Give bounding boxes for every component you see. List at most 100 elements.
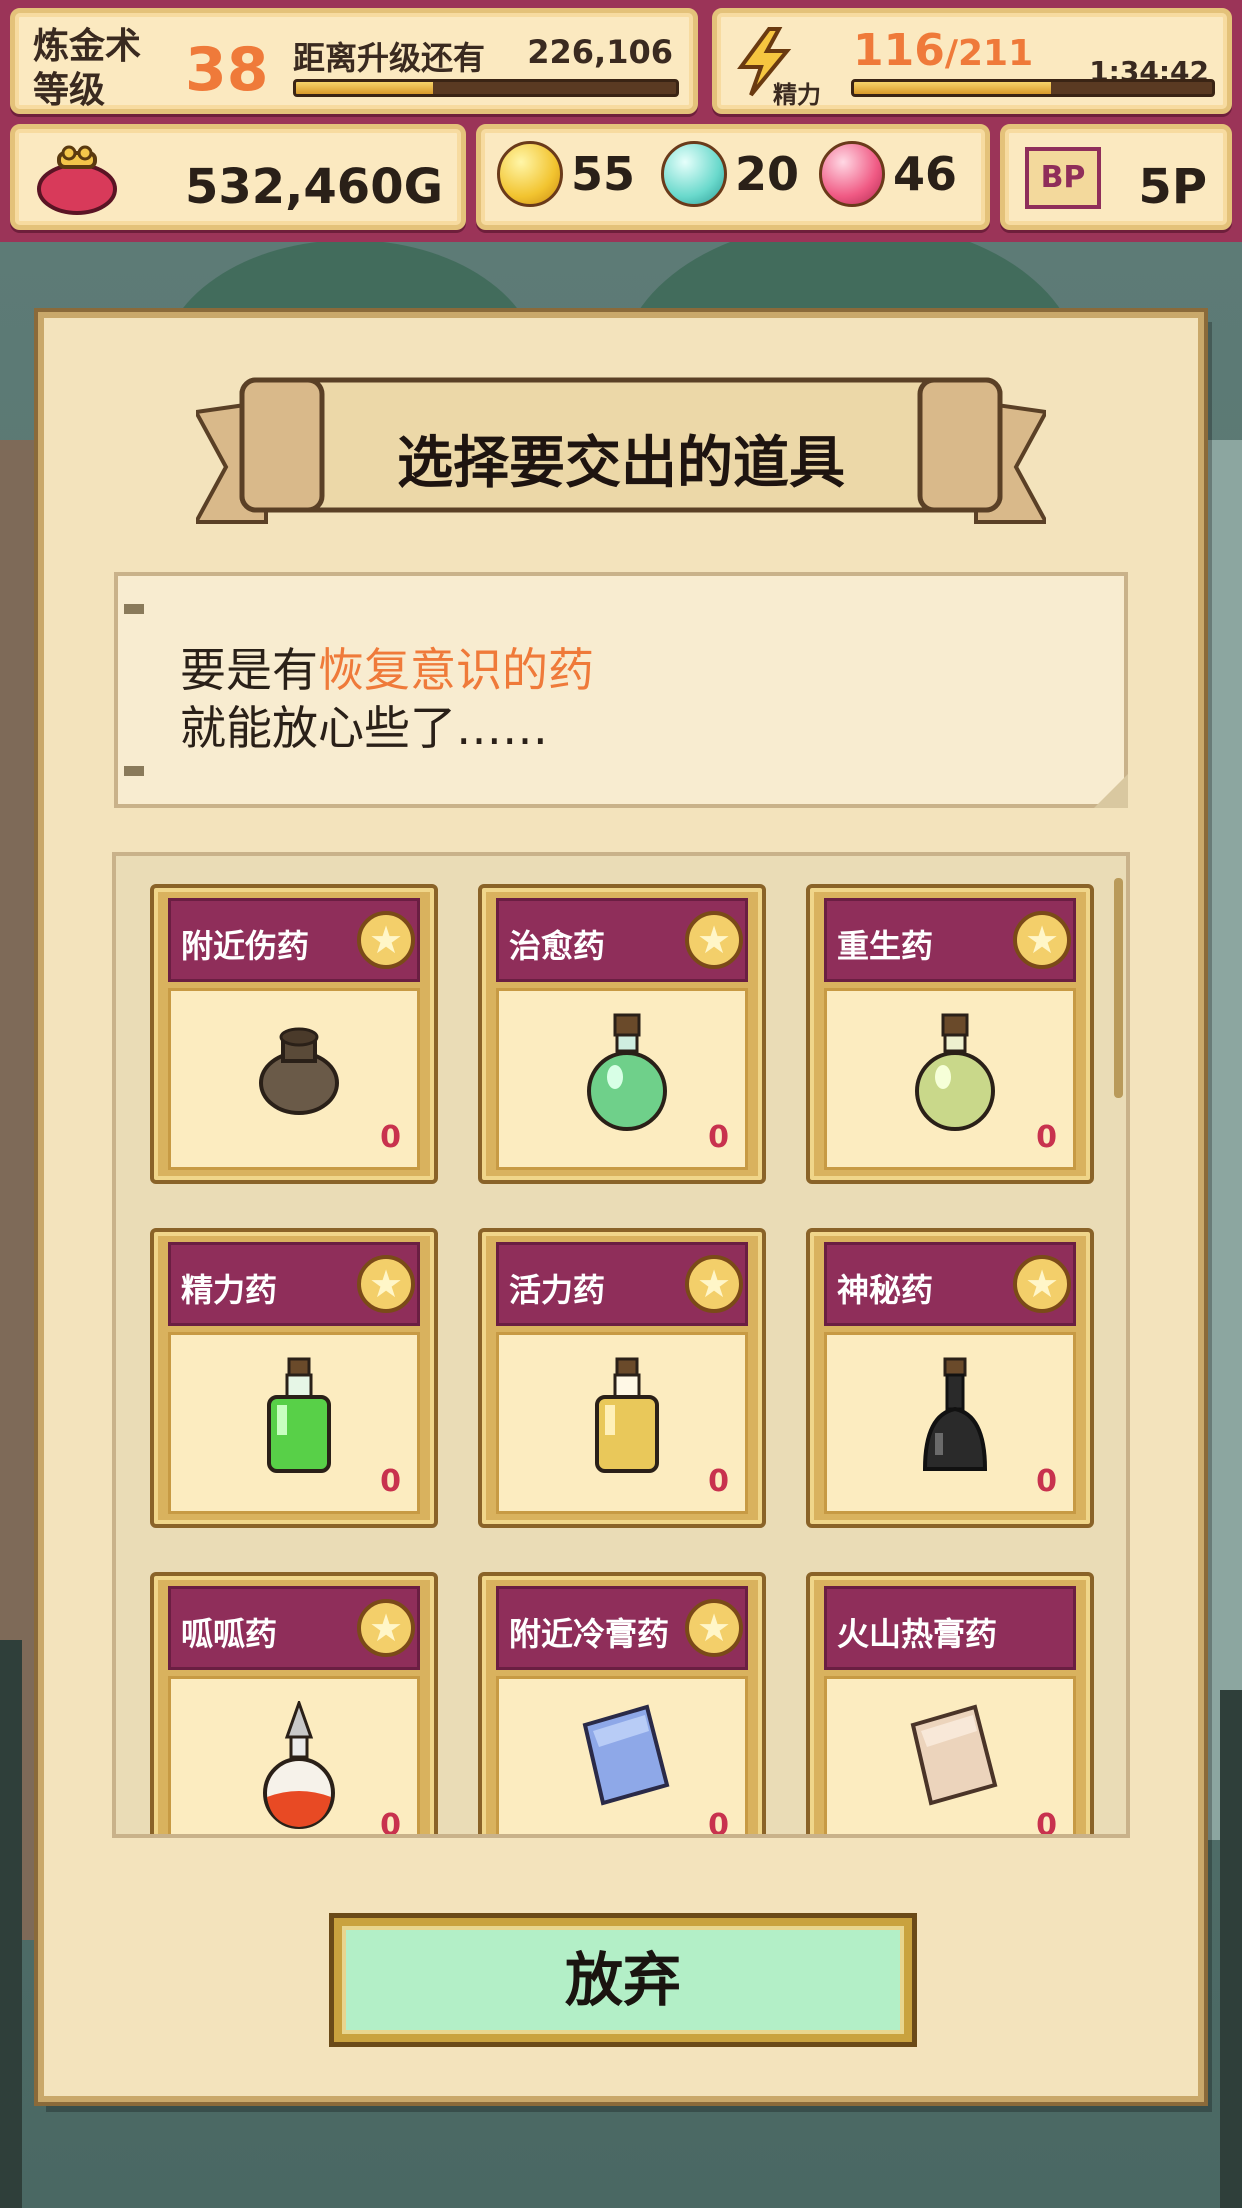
energy-progress-bar — [851, 79, 1215, 97]
item-name: 神秘药 — [837, 1271, 934, 1309]
item-card[interactable]: 呱呱药 ★ 0 — [150, 1572, 438, 1838]
green-round-potion-icon — [587, 1013, 667, 1131]
give-up-button[interactable]: 放弃 — [334, 1918, 912, 2042]
level-progress-bar — [293, 79, 679, 97]
item-name: 附近冷膏药 — [509, 1615, 670, 1653]
item-count: 0 — [708, 1808, 729, 1838]
yellow-orb-count: 55 — [571, 147, 636, 201]
bp-icon: BP — [1025, 147, 1101, 209]
item-count: 0 — [380, 1120, 401, 1155]
item-card-body: 0 — [824, 1332, 1076, 1514]
next-level-remaining: 226,106 — [527, 33, 673, 71]
alchemy-level-panel[interactable]: 炼金术等级 38 距离升级还有 226,106 — [10, 8, 698, 114]
item-card-body: 0 — [496, 1332, 748, 1514]
star-icon: ★ — [685, 1599, 743, 1657]
item-card[interactable]: 神秘药 ★ 0 — [806, 1228, 1094, 1528]
orb-yellow: 55 — [497, 141, 635, 207]
item-card-body: 0 — [168, 1332, 420, 1514]
item-card-body: 0 — [824, 988, 1076, 1170]
coin-purse-icon — [37, 145, 117, 215]
energy-value: 116/211 — [853, 25, 1033, 76]
item-count: 0 — [708, 1464, 729, 1499]
pin-icon — [124, 766, 144, 776]
orb-pink: 46 — [819, 141, 957, 207]
item-card-header: 治愈药 ★ — [496, 898, 748, 982]
item-card-header: 重生药 ★ — [824, 898, 1076, 982]
item-card[interactable]: 重生药 ★ 0 — [806, 884, 1094, 1184]
item-count: 0 — [1036, 1464, 1057, 1499]
requested-item-highlight: 恢复意识的药 — [318, 643, 594, 697]
item-count: 0 — [380, 1808, 401, 1838]
item-card-header: 附近冷膏药 ★ — [496, 1586, 748, 1670]
blue-plaster-icon — [582, 1704, 670, 1806]
beige-plaster-icon — [910, 1704, 998, 1806]
energy-label: 精力 — [773, 81, 821, 109]
gold-amount: 532,460G — [184, 159, 443, 215]
item-card-body: 0 — [496, 988, 748, 1170]
item-card-body: 0 — [496, 1676, 748, 1838]
red-drop-flask-icon — [263, 1701, 335, 1829]
item-card[interactable]: 附近伤药 ★ 0 — [150, 884, 438, 1184]
orb-cyan: 20 — [661, 141, 799, 207]
star-icon: ★ — [685, 911, 743, 969]
item-name: 重生药 — [837, 927, 934, 965]
bp-points: 5P — [1138, 159, 1207, 215]
black-flask-icon — [922, 1357, 988, 1471]
bp-panel[interactable]: BP 5P — [1000, 124, 1232, 230]
level-progress-fill — [296, 82, 433, 94]
item-card-header: 精力药 ★ — [168, 1242, 420, 1326]
request-message-line2: 就能放心些了…… — [180, 701, 548, 755]
item-count: 0 — [708, 1120, 729, 1155]
gold-panel[interactable]: 532,460G — [10, 124, 466, 230]
energy-max: /211 — [944, 33, 1034, 74]
item-name: 活力药 — [509, 1271, 606, 1309]
request-message-prefix: 要是有 — [180, 643, 318, 697]
item-name: 呱呱药 — [181, 1615, 278, 1653]
pin-icon — [124, 604, 144, 614]
yellow-square-potion-icon — [595, 1357, 659, 1473]
energy-current: 116 — [853, 25, 945, 76]
item-card-body: 0 — [168, 1676, 420, 1838]
star-icon: ★ — [357, 1255, 415, 1313]
item-grid[interactable]: 附近伤药 ★ 0 治愈药 ★ 0 重生药 ★ 0 精力药 ★ 0 活力药 ★ 0… — [112, 852, 1130, 1838]
star-icon: ★ — [357, 1599, 415, 1657]
item-card[interactable]: 活力药 ★ 0 — [478, 1228, 766, 1528]
pink-orb-icon — [819, 141, 885, 207]
energy-progress-fill — [854, 82, 1051, 94]
item-card-body: 0 — [824, 1676, 1076, 1838]
item-card-header: 神秘药 ★ — [824, 1242, 1076, 1326]
pink-orb-count: 46 — [893, 147, 958, 201]
star-icon: ★ — [685, 1255, 743, 1313]
dialog-title: 选择要交出的道具 — [397, 431, 845, 496]
item-card-header: 火山热膏药 — [824, 1586, 1076, 1670]
orbs-panel[interactable]: 55 20 46 — [476, 124, 990, 230]
item-name: 治愈药 — [509, 927, 606, 965]
next-level-caption: 距离升级还有 — [293, 39, 486, 77]
item-card-header: 附近伤药 ★ — [168, 898, 420, 982]
item-count: 0 — [1036, 1808, 1057, 1838]
item-name: 附近伤药 — [181, 927, 310, 965]
yellow-green-round-potion-icon — [915, 1013, 995, 1131]
item-card[interactable]: 治愈药 ★ 0 — [478, 884, 766, 1184]
background-pole — [0, 1640, 22, 2208]
alchemy-level-label: 炼金术等级 — [33, 26, 142, 111]
item-card[interactable]: 精力药 ★ 0 — [150, 1228, 438, 1528]
item-card-header: 活力药 ★ — [496, 1242, 748, 1326]
item-grid-scrollbar[interactable] — [1114, 878, 1123, 1098]
item-card[interactable]: 附近冷膏药 ★ 0 — [478, 1572, 766, 1838]
green-square-potion-icon — [267, 1357, 331, 1473]
item-name: 火山热膏药 — [837, 1615, 998, 1653]
pot-icon — [259, 1027, 339, 1115]
item-name: 精力药 — [181, 1271, 278, 1309]
energy-panel[interactable]: 精力 116/211 1:34:42 — [712, 8, 1232, 114]
star-icon: ★ — [357, 911, 415, 969]
cyan-orb-count: 20 — [735, 147, 800, 201]
yellow-orb-icon — [497, 141, 563, 207]
item-count: 0 — [380, 1464, 401, 1499]
folded-corner — [1094, 774, 1128, 808]
cyan-orb-icon — [661, 141, 727, 207]
request-message-line1: 要是有恢复意识的药 — [180, 634, 594, 700]
star-icon: ★ — [1013, 1255, 1071, 1313]
background-pole — [1220, 1690, 1242, 2208]
item-card[interactable]: 火山热膏药 0 — [806, 1572, 1094, 1838]
